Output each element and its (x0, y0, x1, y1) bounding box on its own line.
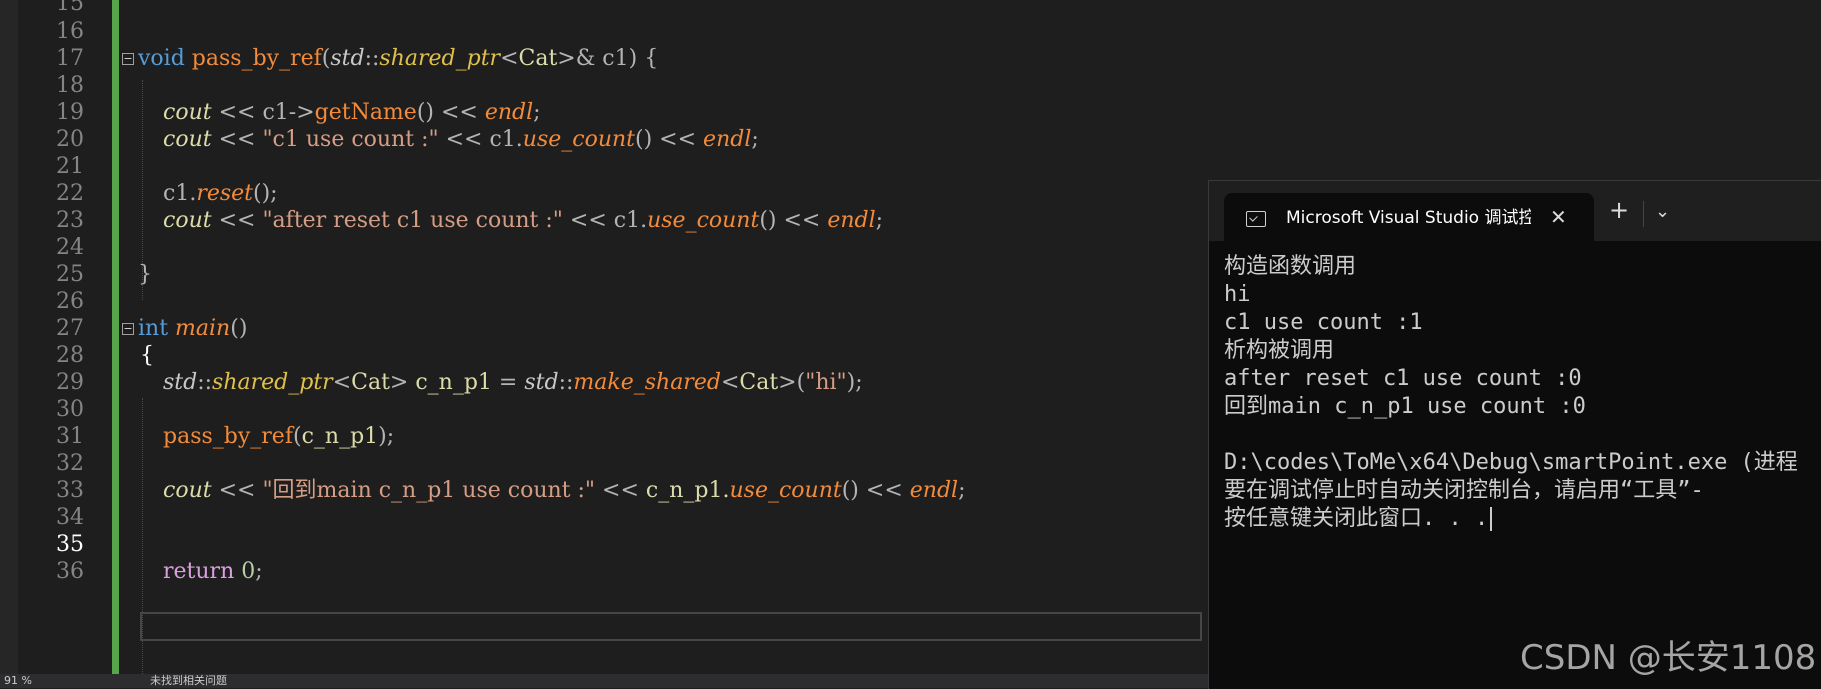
chevron-down-icon[interactable]: ⌄ (1655, 197, 1670, 227)
terminal-line: after reset c1 use count :0 (1224, 366, 1582, 391)
console-icon (1246, 211, 1266, 227)
line-number: 36 (56, 559, 84, 584)
line-number-gutter: 15 16 17 18 19 20 21 22 23 24 25 26 27 2… (18, 0, 84, 678)
code-line-33: cout << "回到main c_n_p1 use count :" << c… (163, 478, 966, 503)
terminal-tab-bar: Microsoft Visual Studio 调试控 ✕ + ⌄ (1209, 181, 1821, 241)
zoom-level[interactable]: 91 % (4, 674, 32, 688)
issues-status[interactable]: 未找到相关问题 (150, 674, 227, 688)
change-tracking-bar (112, 0, 119, 678)
fold-toggle-icon[interactable]: − (122, 323, 134, 335)
watermark: CSDN @长安1108 (1520, 638, 1817, 678)
terminal-line: hi (1224, 282, 1251, 307)
code-line-20: cout << "c1 use count :" << c1.use_count… (163, 127, 759, 152)
code-line-25: } (138, 262, 152, 287)
terminal-line: 按任意键关闭此窗口. . . (1224, 506, 1489, 531)
editor-left-margin (0, 0, 18, 678)
terminal-line: 构造函数调用 (1224, 254, 1357, 279)
text-cursor (1490, 507, 1493, 531)
new-tab-button[interactable]: + (1609, 195, 1629, 225)
close-tab-button[interactable]: ✕ (1550, 203, 1567, 231)
debug-console-window[interactable]: Microsoft Visual Studio 调试控 ✕ + ⌄ 构造函数调用… (1208, 180, 1821, 689)
tab-divider (1643, 201, 1644, 227)
code-line-17: void pass_by_ref(std::shared_ptr<Cat>& c… (138, 46, 659, 71)
terminal-line: 要在调试停止时自动关闭控制台，请启用“工具”- (1224, 478, 1704, 503)
terminal-prompt-line: 按任意键关闭此窗口. . . (1224, 505, 1493, 533)
code-line-23: cout << "after reset c1 use count :" << … (163, 208, 884, 233)
terminal-line: 析构被调用 (1224, 338, 1335, 363)
code-area[interactable]: − void pass_by_ref(std::shared_ptr<Cat>&… (120, 0, 1210, 678)
terminal-line: c1 use count :1 (1224, 310, 1423, 335)
indent-guide (142, 398, 143, 678)
terminal-line: D:\codes\ToMe\x64\Debug\smartPoint.exe (… (1224, 450, 1798, 475)
terminal-tab-title: Microsoft Visual Studio 调试控 (1286, 208, 1531, 228)
code-line-36: return 0; (163, 559, 263, 584)
code-line-27: int main() (138, 316, 248, 341)
code-line-29: std::shared_ptr<Cat> c_n_p1 = std::make_… (163, 370, 863, 395)
terminal-output[interactable]: 构造函数调用 hi c1 use count :1 析构被调用 after re… (1224, 253, 1821, 683)
code-line-31: pass_by_ref(c_n_p1); (163, 424, 395, 449)
terminal-tab[interactable]: Microsoft Visual Studio 调试控 ✕ (1224, 193, 1594, 241)
terminal-line: 回到main c_n_p1 use count :0 (1224, 394, 1586, 419)
fold-toggle-icon[interactable]: − (122, 53, 134, 65)
code-line-28: { (140, 343, 154, 368)
